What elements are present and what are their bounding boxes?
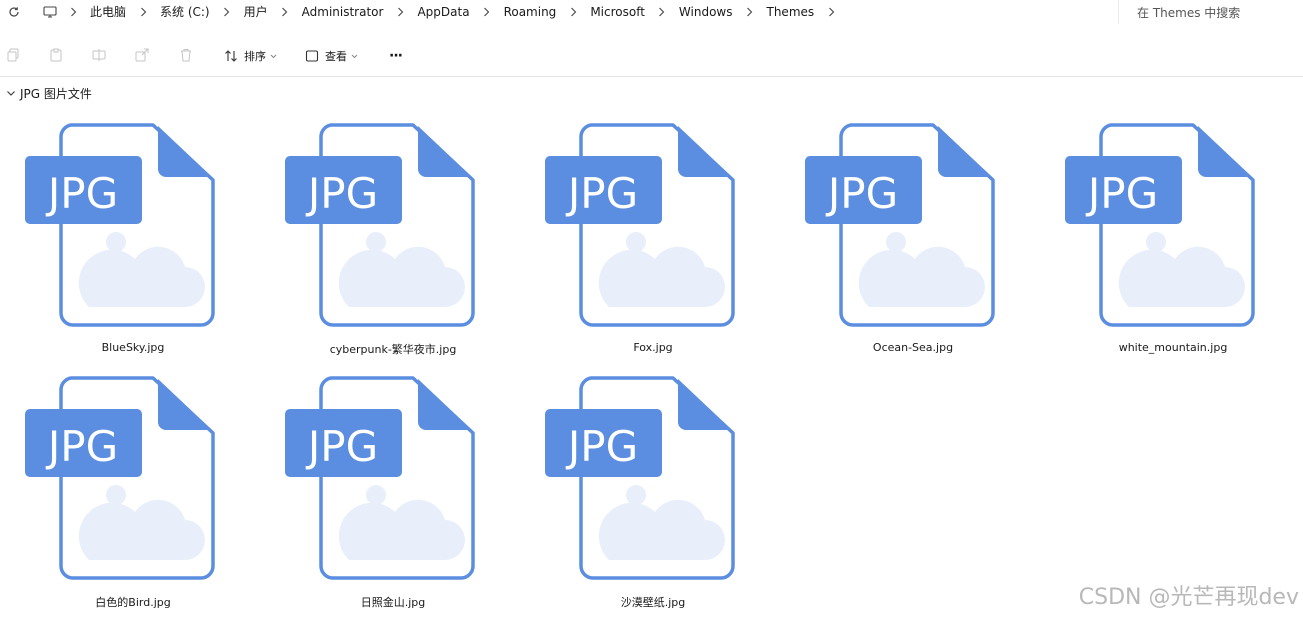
jpg-file-icon: JPG (543, 375, 743, 585)
file-badge: JPG (305, 169, 378, 218)
watermark: CSDN @光芒再现dev (1079, 579, 1299, 611)
chevron-right-icon[interactable] (134, 0, 152, 24)
file-badge: JPG (45, 169, 118, 218)
file-name: BlueSky.jpg (3, 341, 263, 354)
breadcrumb-item[interactable]: Themes (759, 0, 823, 24)
chevron-down-icon (6, 90, 16, 97)
file-badge: JPG (565, 422, 638, 471)
chevron-right-icon[interactable] (276, 0, 294, 24)
delete-icon[interactable] (177, 46, 195, 64)
view-icon (305, 49, 319, 63)
file-badge: JPG (305, 422, 378, 471)
file-name: Fox.jpg (523, 341, 783, 354)
paste-icon[interactable] (47, 46, 65, 64)
chevron-right-icon[interactable] (64, 0, 82, 24)
file-badge: JPG (45, 422, 118, 471)
breadcrumb-item[interactable]: Microsoft (582, 0, 653, 24)
file-badge: JPG (1085, 169, 1158, 218)
breadcrumb-item[interactable]: 此电脑 (82, 0, 134, 24)
file-item[interactable]: JPG 白色的Bird.jpg (3, 375, 263, 620)
view-button[interactable]: 查看 (305, 45, 358, 67)
file-name: Ocean-Sea.jpg (783, 341, 1043, 354)
file-name: white_mountain.jpg (1043, 341, 1303, 354)
copy-icon[interactable] (4, 46, 22, 64)
breadcrumb-item[interactable]: 系统 (C:) (152, 0, 218, 24)
share-icon[interactable] (133, 46, 151, 64)
breadcrumb-item[interactable]: Roaming (496, 0, 565, 24)
chevron-down-icon (270, 54, 277, 59)
rename-icon[interactable] (90, 46, 108, 64)
chevron-right-icon[interactable] (653, 0, 671, 24)
jpg-file-icon: JPG (283, 375, 483, 585)
group-header[interactable]: JPG 图片文件 (6, 84, 92, 102)
chevron-right-icon[interactable] (564, 0, 582, 24)
jpg-file-icon: JPG (543, 122, 743, 332)
breadcrumb-item[interactable]: 用户 (236, 0, 276, 24)
chevron-right-icon[interactable] (391, 0, 409, 24)
chevron-right-icon[interactable] (478, 0, 496, 24)
chevron-right-icon[interactable] (822, 0, 840, 24)
breadcrumb-item[interactable]: AppData (409, 0, 477, 24)
chevron-down-icon (351, 54, 358, 59)
file-item[interactable]: JPG cyberpunk-繁华夜市.jpg (263, 122, 523, 367)
monitor-icon (43, 6, 57, 18)
file-item[interactable]: JPG Ocean-Sea.jpg (783, 122, 1043, 367)
more-options-button[interactable]: ··· (389, 45, 402, 67)
jpg-file-icon: JPG (283, 122, 483, 332)
breadcrumb-item[interactable]: Windows (671, 0, 741, 24)
address-bar: 此电脑 系统 (C:) 用户 Administrator AppData Roa… (0, 0, 1303, 24)
sort-label: 排序 (244, 48, 266, 64)
jpg-file-icon: JPG (23, 375, 223, 585)
file-item[interactable]: JPG 沙漠壁纸.jpg (523, 375, 783, 620)
file-name: cyberpunk-繁华夜市.jpg (263, 341, 523, 357)
file-name: 沙漠壁纸.jpg (523, 594, 783, 610)
file-name: 白色的Bird.jpg (3, 594, 263, 610)
sort-icon (224, 49, 238, 63)
file-badge: JPG (825, 169, 898, 218)
group-title: JPG 图片文件 (20, 85, 92, 102)
refresh-button[interactable] (0, 0, 28, 24)
file-name: 日照金山.jpg (263, 594, 523, 610)
file-badge: JPG (565, 169, 638, 218)
breadcrumb-item[interactable]: Administrator (294, 0, 392, 24)
this-pc-button[interactable] (36, 6, 64, 18)
chevron-right-icon[interactable] (218, 0, 236, 24)
file-item[interactable]: JPG Fox.jpg (523, 122, 783, 367)
breadcrumb: 此电脑 系统 (C:) 用户 Administrator AppData Roa… (36, 0, 1118, 24)
file-item[interactable]: JPG white_mountain.jpg (1043, 122, 1303, 367)
jpg-file-icon: JPG (1063, 122, 1263, 332)
command-bar: 排序 查看 ··· (0, 36, 1303, 77)
jpg-file-icon: JPG (803, 122, 1003, 332)
chevron-right-icon[interactable] (741, 0, 759, 24)
file-item[interactable]: JPG BlueSky.jpg (3, 122, 263, 367)
jpg-file-icon: JPG (23, 122, 223, 332)
file-item[interactable]: JPG 日照金山.jpg (263, 375, 523, 620)
sort-button[interactable]: 排序 (224, 45, 277, 67)
view-label: 查看 (325, 48, 347, 64)
refresh-icon (8, 6, 20, 18)
search-input[interactable]: 在 Themes 中搜索 (1118, 0, 1303, 24)
